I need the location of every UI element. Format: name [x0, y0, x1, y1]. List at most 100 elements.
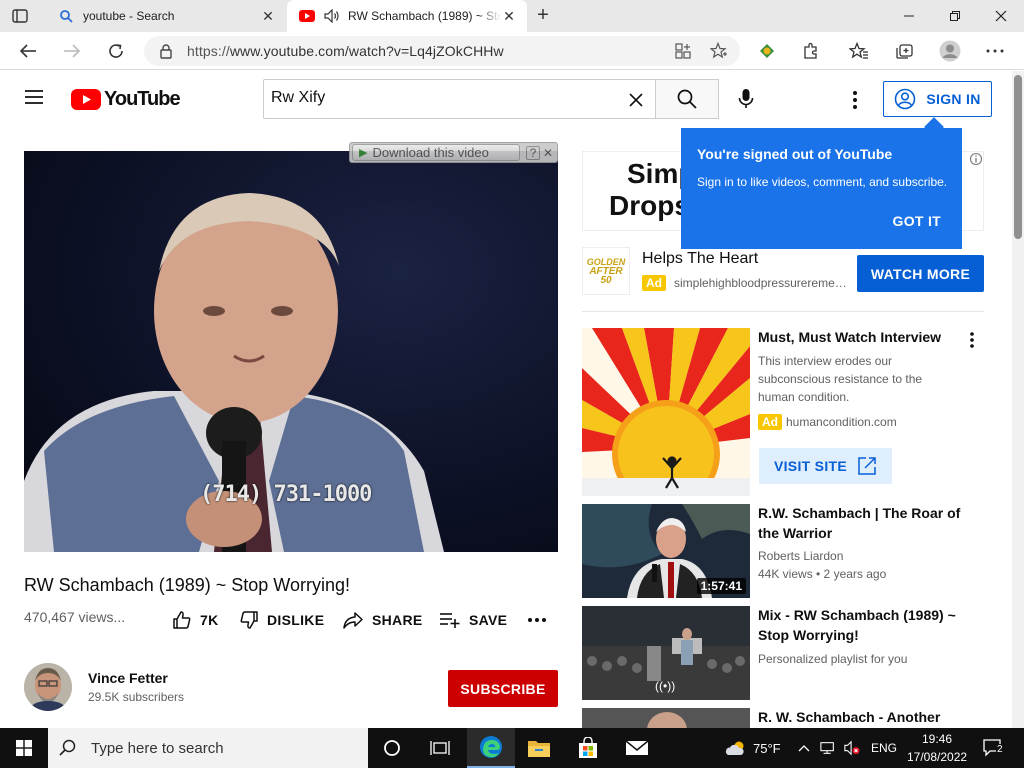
sign-in-button[interactable]: SIGN IN	[883, 81, 992, 117]
share-icon	[343, 612, 363, 629]
sunrise-illustration	[582, 328, 750, 496]
watch-more-button[interactable]: WATCH MORE	[857, 255, 984, 292]
download-video-button[interactable]: ▶ Download this video	[352, 144, 520, 161]
channel-avatar[interactable]	[24, 663, 72, 711]
advertiser-logo[interactable]: GOLDEN AFTER 50	[582, 247, 630, 295]
file-explorer-icon[interactable]	[515, 728, 563, 768]
back-icon[interactable]	[16, 39, 40, 63]
url-path: www.youtube.com/watch?v=Lq4jZOkCHHw	[229, 43, 504, 59]
network-icon[interactable]	[820, 740, 836, 756]
rec-title[interactable]: Must, Must Watch Interview	[758, 327, 968, 347]
collections-icon[interactable]	[893, 40, 915, 62]
search-input[interactable]	[271, 89, 611, 107]
mail-icon[interactable]	[613, 728, 661, 768]
dislike-button[interactable]: DISLIKE	[239, 607, 324, 633]
rec-channel[interactable]: Roberts Liardon	[758, 547, 968, 565]
tab-actions-icon[interactable]	[10, 6, 30, 26]
tab-youtube-video[interactable]: RW Schambach (1989) ~ Stop Worrying! - Y…	[287, 0, 527, 32]
app-available-icon[interactable]	[674, 42, 692, 60]
share-button[interactable]: SHARE	[342, 607, 423, 633]
minimize-icon[interactable]	[886, 0, 932, 32]
clear-search-icon[interactable]	[626, 90, 646, 110]
ad-sponsor-line: Ad humancondition.com	[758, 414, 897, 430]
ad-thumbnail[interactable]	[582, 328, 750, 496]
share-label: SHARE	[372, 612, 423, 628]
ad-domain[interactable]: simplehighbloodpressureremedies.com	[674, 276, 848, 290]
visit-site-label: VISIT SITE	[773, 458, 847, 474]
speaker-icon[interactable]	[324, 8, 340, 24]
ad-domain[interactable]: humancondition.com	[786, 415, 897, 429]
scrollbar-thumb[interactable]	[1014, 75, 1022, 239]
sign-in-label: SIGN IN	[926, 91, 981, 107]
taskbar-search[interactable]: Type here to search	[48, 728, 368, 768]
thumbnail-image	[582, 708, 750, 728]
volume-muted-icon[interactable]	[844, 740, 860, 756]
forward-icon[interactable]	[60, 39, 84, 63]
close-window-icon[interactable]	[978, 0, 1024, 32]
show-hidden-icons-icon[interactable]	[796, 740, 812, 756]
refresh-icon[interactable]	[104, 39, 128, 63]
notifications-icon[interactable]: 2	[983, 739, 1005, 757]
subscribe-button[interactable]: SUBSCRIBE	[448, 670, 558, 707]
address-bar[interactable]: https://www.youtube.com/watch?v=Lq4jZOkC…	[144, 36, 740, 66]
got-it-button[interactable]: GOT IT	[893, 213, 941, 229]
page-scrollbar[interactable]	[1012, 71, 1024, 728]
search-box[interactable]	[263, 79, 656, 119]
profile-avatar-icon[interactable]	[939, 40, 961, 62]
lock-icon[interactable]	[159, 43, 173, 64]
more-actions-icon[interactable]	[528, 607, 554, 633]
video-thumbnail[interactable]	[582, 708, 750, 728]
close-tab-icon[interactable]: ✕	[260, 8, 276, 24]
ad-headline[interactable]: Helps The Heart	[642, 250, 758, 268]
task-view-icon[interactable]	[416, 728, 464, 768]
help-icon[interactable]: ?	[526, 145, 540, 160]
cortana-icon[interactable]	[368, 728, 416, 768]
popup-text: Sign in to like videos, comment, and sub…	[697, 175, 948, 189]
url-text[interactable]: https://www.youtube.com/watch?v=Lq4jZOkC…	[187, 43, 504, 59]
video-thumbnail[interactable]: 1:57:41	[582, 504, 750, 598]
youtube-logo[interactable]: YouTube	[71, 88, 181, 111]
temperature[interactable]: 75°F	[753, 741, 781, 756]
restore-icon[interactable]	[932, 0, 978, 32]
extensions-puzzle-icon[interactable]	[800, 40, 822, 62]
rec-title[interactable]: R.W. Schambach | The Roar of the Warrior	[758, 503, 968, 543]
view-count[interactable]: 470,467 views...	[24, 609, 125, 625]
rec-title[interactable]: Mix - RW Schambach (1989) ~ Stop Worryin…	[758, 605, 968, 645]
video-player[interactable]: (714) 731-1000	[24, 151, 558, 552]
microsoft-store-icon[interactable]	[564, 728, 612, 768]
microphone-icon[interactable]	[733, 86, 759, 112]
search-button[interactable]	[655, 79, 719, 119]
clock-date[interactable]: 17/08/2022	[907, 750, 967, 764]
browser-tab-strip: youtube - Search ✕ RW Schambach (1989) ~…	[0, 0, 1024, 32]
extension-icon[interactable]	[756, 40, 778, 62]
channel-name[interactable]: Vince Fetter	[88, 670, 168, 686]
tab-title: RW Schambach (1989) ~ Stop Worrying! - Y…	[348, 9, 501, 23]
ad-info-icon[interactable]	[969, 152, 983, 166]
language-indicator[interactable]: ENG	[871, 741, 897, 755]
popup-title: You're signed out of YouTube	[697, 146, 893, 162]
settings-more-icon[interactable]	[984, 40, 1006, 62]
windows-start-icon[interactable]	[0, 728, 48, 768]
more-options-icon[interactable]	[843, 88, 867, 112]
like-button[interactable]: 7K	[172, 607, 219, 633]
like-count: 7K	[200, 612, 219, 628]
thumbs-down-icon	[240, 611, 258, 629]
edge-browser-icon[interactable]	[467, 728, 515, 768]
more-options-icon[interactable]	[962, 330, 982, 350]
save-button[interactable]: SAVE	[439, 607, 507, 633]
visit-site-button[interactable]: VISIT SITE	[759, 448, 892, 484]
close-tab-icon[interactable]: ✕	[501, 8, 517, 24]
mix-thumbnail[interactable]: ((•))	[582, 606, 750, 700]
weather-icon[interactable]	[724, 740, 748, 756]
account-icon	[895, 88, 916, 110]
clock-time[interactable]: 19:46	[922, 732, 952, 746]
taskbar-search-placeholder: Type here to search	[91, 739, 224, 757]
close-icon[interactable]: ✕	[543, 146, 553, 160]
rec-title[interactable]: R. W. Schambach - Another	[758, 707, 968, 727]
hamburger-menu-icon[interactable]	[24, 89, 48, 109]
add-favorite-icon[interactable]	[709, 41, 728, 60]
url-scheme: https://	[187, 43, 230, 59]
new-tab-icon[interactable]: +	[533, 5, 553, 26]
favorites-icon[interactable]	[848, 40, 870, 62]
tab-youtube-search[interactable]: youtube - Search ✕	[46, 0, 286, 32]
